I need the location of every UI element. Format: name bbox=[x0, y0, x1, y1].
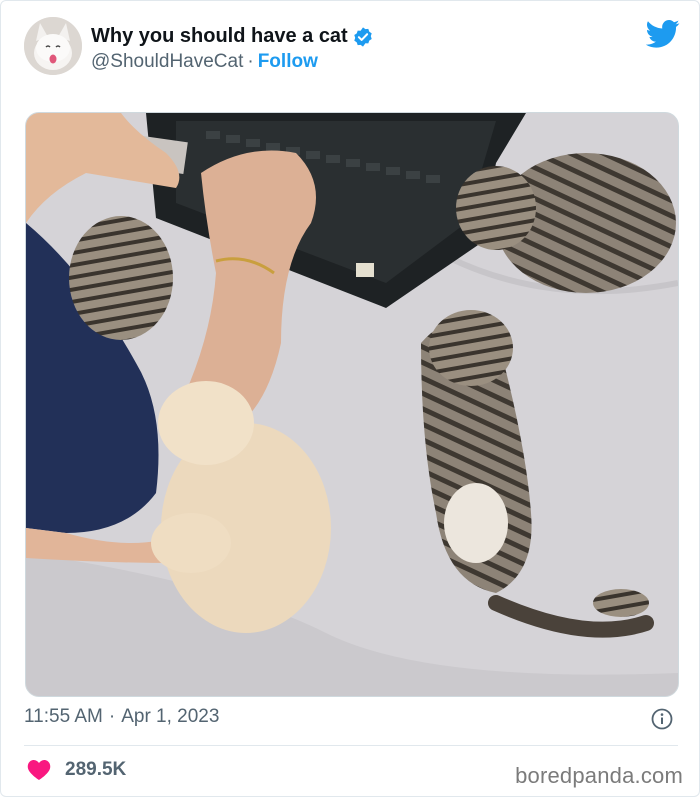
follow-button[interactable]: Follow bbox=[258, 51, 318, 73]
tweet-timestamp[interactable]: 11:55 AM · Apr 1, 2023 bbox=[24, 706, 219, 728]
like-count: 289.5K bbox=[65, 759, 127, 780]
name-row: Why you should have a cat bbox=[91, 25, 374, 48]
tweet-card: Why you should have a cat @ShouldHaveCat… bbox=[0, 0, 700, 797]
handle-row: @ShouldHaveCat · Follow bbox=[91, 51, 318, 73]
kittens-photo-image bbox=[26, 113, 678, 696]
user-handle[interactable]: @ShouldHaveCat bbox=[91, 51, 243, 73]
verified-badge-icon bbox=[352, 26, 374, 48]
display-name[interactable]: Why you should have a cat bbox=[91, 25, 348, 48]
separator: · bbox=[108, 706, 116, 727]
heart-icon[interactable] bbox=[27, 759, 51, 781]
avatar[interactable] bbox=[24, 17, 82, 75]
like-action[interactable]: 289.5K bbox=[27, 759, 126, 781]
info-icon[interactable] bbox=[651, 708, 673, 730]
tweet-photo[interactable] bbox=[25, 112, 679, 697]
tweet-time: 11:55 AM bbox=[24, 706, 103, 727]
avatar-cat-icon bbox=[24, 17, 82, 75]
watermark: boredpanda.com bbox=[515, 763, 683, 788]
separator: · bbox=[247, 51, 254, 72]
tweet-date: Apr 1, 2023 bbox=[121, 706, 220, 727]
divider bbox=[24, 745, 678, 746]
twitter-bird-icon[interactable] bbox=[645, 19, 680, 49]
